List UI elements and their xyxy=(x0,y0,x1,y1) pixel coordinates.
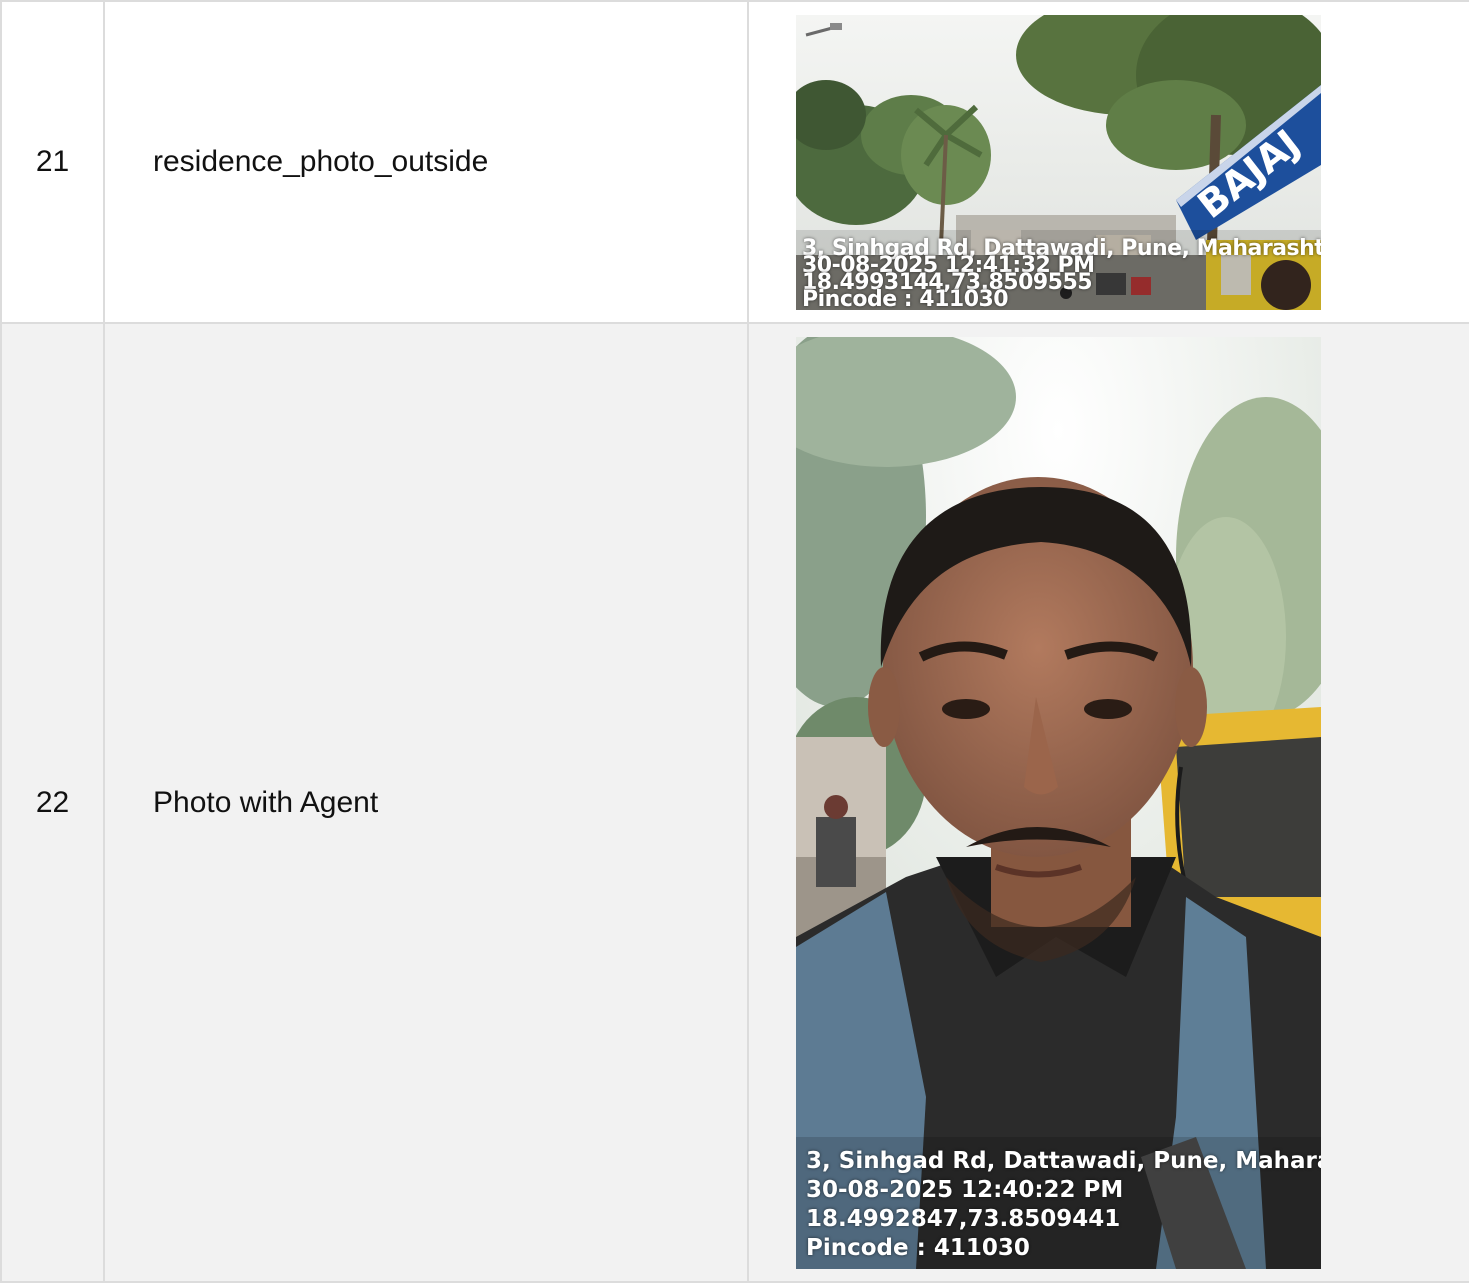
table-row: 22 Photo with Agent 3, Sinhgad Rd, Datta… xyxy=(0,322,1469,1283)
row-number: 22 xyxy=(0,322,105,1283)
photo-cell: BAJAJ 3, Sinhgad Rd, Dattawadi, Pune, Ma… xyxy=(747,0,1469,324)
overlay-pincode: Pincode : 411030 xyxy=(806,1234,1030,1261)
street-scene-photo: BAJAJ 3, Sinhgad Rd, Dattawadi, Pune, Ma… xyxy=(796,14,1321,310)
overlay-coordinates: 18.4992847,73.8509441 xyxy=(806,1205,1121,1232)
photo-table: 21 residence_photo_outside BAJAJ 3, Sinh… xyxy=(0,0,1469,1283)
row-label: residence_photo_outside xyxy=(103,0,749,324)
photo-geotag-overlay: 3, Sinhgad Rd, Dattawadi, Pune, Maharash… xyxy=(806,1147,1321,1263)
agent-selfie-photo: 3, Sinhgad Rd, Dattawadi, Pune, Maharash… xyxy=(796,336,1321,1269)
table-row: 21 residence_photo_outside BAJAJ 3, Sinh… xyxy=(0,0,1469,324)
photo-geotag-overlay: 3, Sinhgad Rd, Dattawadi, Pune, Maharash… xyxy=(802,237,1321,310)
overlay-datetime: 30-08-2025 12:40:22 PM xyxy=(806,1176,1124,1203)
overlay-address: 3, Sinhgad Rd, Dattawadi, Pune, Maharash… xyxy=(806,1147,1321,1174)
row-label: Photo with Agent xyxy=(103,322,749,1283)
row-number: 21 xyxy=(0,0,105,324)
agent-selfie-image xyxy=(796,336,1321,1269)
photo-cell: 3, Sinhgad Rd, Dattawadi, Pune, Maharash… xyxy=(747,322,1469,1283)
